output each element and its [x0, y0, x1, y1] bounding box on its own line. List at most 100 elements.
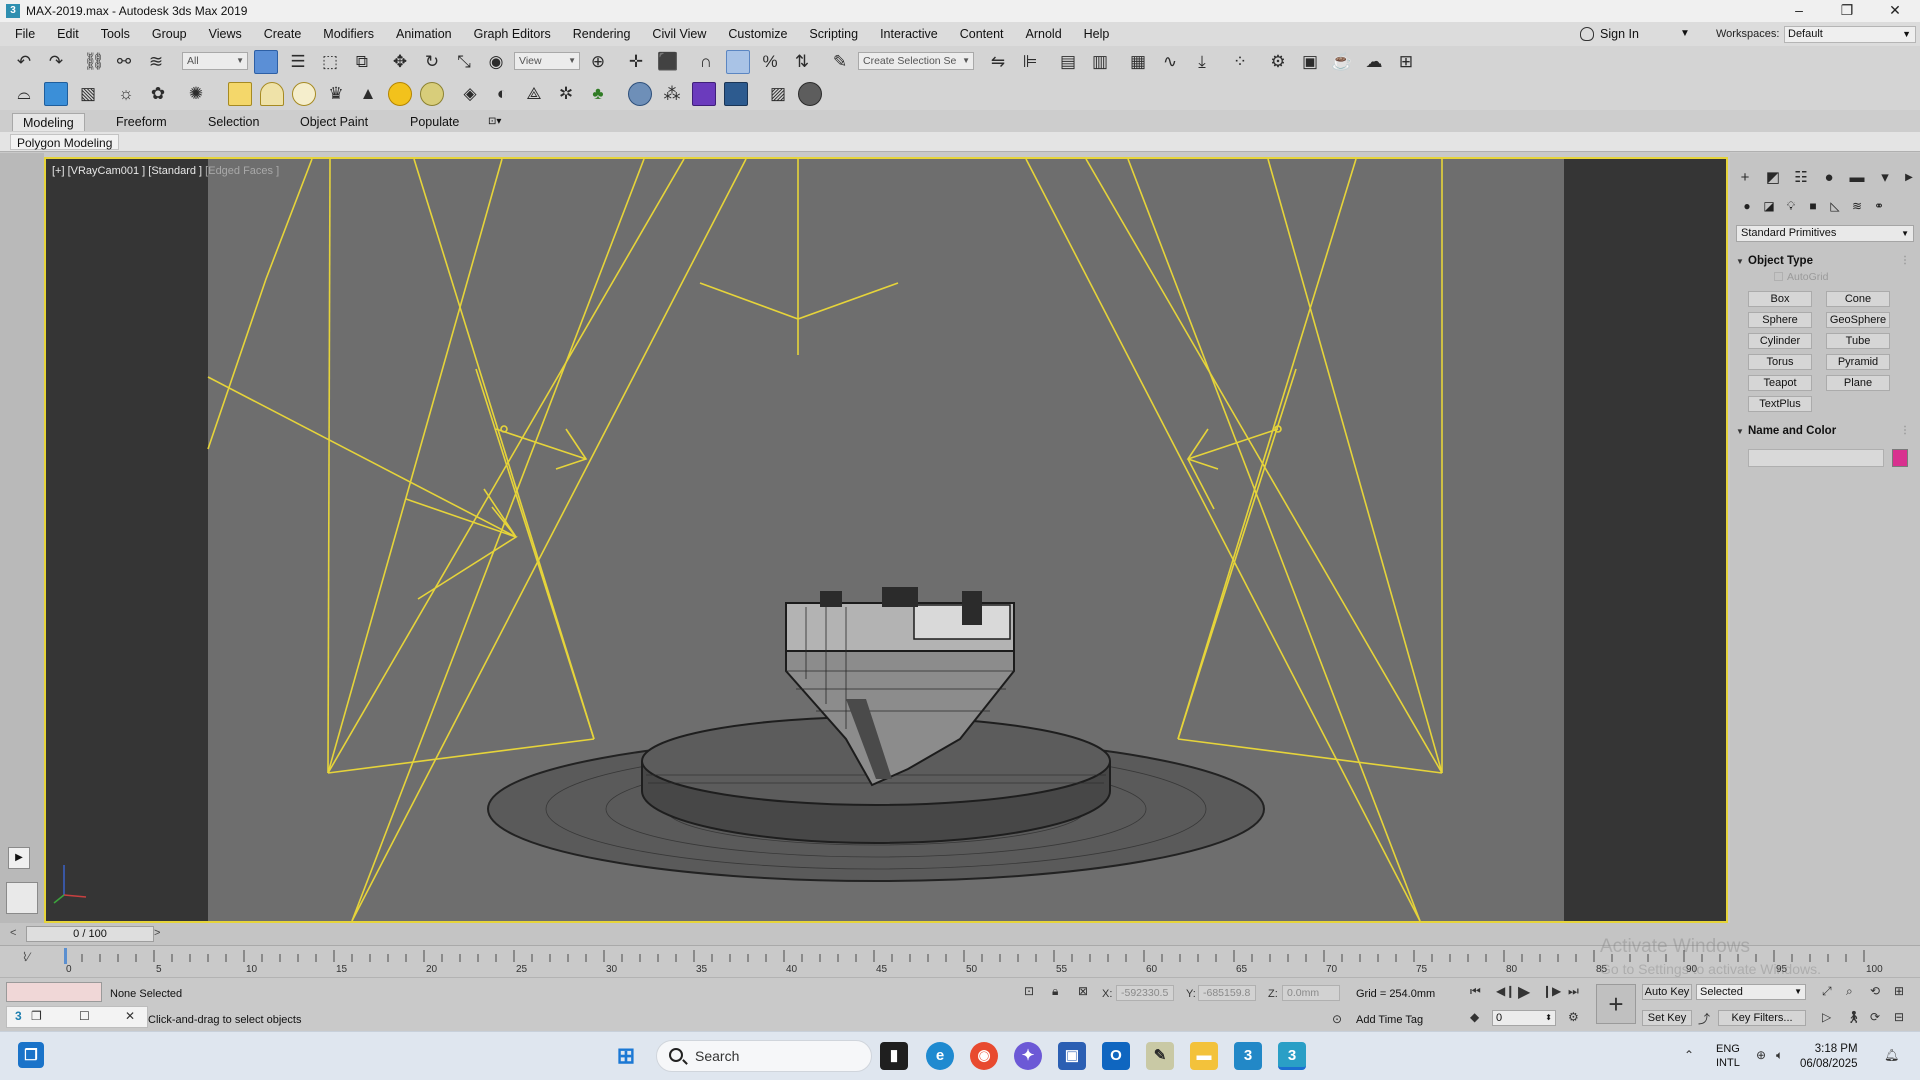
vray-plane-icon[interactable] [228, 82, 252, 106]
input-language[interactable]: ENG INTL [1716, 1042, 1740, 1070]
add-time-tag[interactable]: Add Time Tag [1356, 1014, 1423, 1026]
tab-freeform[interactable]: Freeform [106, 113, 177, 131]
curve-editor-icon[interactable]: ∿ [1158, 50, 1182, 74]
tab-modeling[interactable]: Modeling [12, 113, 85, 131]
key-filters-button[interactable]: Key Filters... [1718, 1010, 1806, 1026]
3dsmax-app-icon[interactable]: 3 [6, 4, 20, 18]
menu-create[interactable]: Create [253, 22, 313, 46]
hierarchy-tab-icon[interactable]: ☷ [1790, 167, 1812, 189]
viewport-layout-tab[interactable] [6, 882, 38, 914]
close-icon[interactable]: ✕ [1872, 0, 1918, 22]
sign-in-button[interactable]: Sign In [1580, 22, 1639, 46]
viewport-label[interactable]: [+] [VRayCam001 ] [Standard ] [Edged Fac… [52, 165, 279, 177]
edit-named-selection-icon[interactable]: ✎ [828, 50, 852, 74]
window-crossing-icon[interactable]: ⧉ [350, 50, 374, 74]
tube-button[interactable]: Tube [1826, 333, 1890, 349]
cylinder-button[interactable]: Cylinder [1748, 333, 1812, 349]
menu-arnold[interactable]: Arnold [1015, 22, 1073, 46]
keyboard-shortcut-override-icon[interactable]: ⬛ [656, 50, 680, 74]
vray-bitmap-icon[interactable]: ▨ [766, 82, 790, 106]
link-icon[interactable]: ⛓ [82, 50, 106, 74]
cameras-category-icon[interactable]: ■ [1804, 197, 1822, 215]
chevron-up-icon[interactable]: ⌃ [1684, 1048, 1694, 1062]
chrome-icon[interactable]: ◉ [970, 1042, 998, 1070]
vray-sphere-icon[interactable] [628, 82, 652, 106]
menu-modifiers[interactable]: Modifiers [312, 22, 385, 46]
layer-explorer-icon[interactable]: ▥ [1088, 50, 1112, 74]
teapot-button[interactable]: Teapot [1748, 375, 1812, 391]
file-explorer-icon[interactable]: ▬ [1190, 1042, 1218, 1070]
z-coordinate-field[interactable]: 0.0mm [1282, 985, 1340, 1001]
vray-scene-converter-icon[interactable] [692, 82, 716, 106]
zoom-icon[interactable]: ⌕ [1846, 984, 1853, 999]
system-clock[interactable]: 3:18 PM 06/08/2025 [1800, 1042, 1858, 1072]
windows-start-icon[interactable]: ⊞ [612, 1042, 640, 1070]
motion-tab-icon[interactable]: ● [1818, 167, 1840, 189]
vray-infinite-plane-icon[interactable]: ✲ [554, 82, 578, 106]
camera-viewport[interactable]: [+] [VRayCam001 ] [Standard ] [Edged Fac… [44, 157, 1728, 923]
maximize-icon[interactable]: ☐ [79, 1009, 90, 1023]
vray-lister-icon[interactable] [724, 82, 748, 106]
vray-fur-icon[interactable]: ◐ [490, 82, 514, 106]
box-button[interactable]: Box [1748, 291, 1812, 307]
task-view-icon[interactable]: ▮ [880, 1042, 908, 1070]
object-type-rollout[interactable]: ▼ Object Type ⋮ [1736, 253, 1914, 269]
time-configuration-icon[interactable]: ⚙ [1568, 1010, 1579, 1024]
play-icon[interactable]: ▶ [8, 847, 30, 869]
pyramid-button[interactable]: Pyramid [1826, 354, 1890, 370]
reference-coordinate-select[interactable]: View ▼ [514, 52, 580, 70]
panel-scroll-right-icon[interactable]: ▶ [1898, 167, 1920, 189]
unlink-icon[interactable]: ⚯ [112, 50, 136, 74]
tab-populate[interactable]: Populate [400, 113, 469, 131]
rollout-pin-icon[interactable]: ⋮ [1900, 253, 1910, 269]
viewport-label-mode[interactable]: [Edged Faces ] [205, 165, 279, 177]
absolute-mode-icon[interactable]: ⊠ [1078, 984, 1088, 998]
geometry-category-icon[interactable]: ● [1738, 197, 1756, 215]
vray-proxy-icon[interactable]: ◈ [458, 82, 482, 106]
vray-ies-icon[interactable]: ♛ [324, 82, 348, 106]
copilot-icon[interactable]: ✦ [1014, 1042, 1042, 1070]
utilities-tab-icon[interactable]: ▾ [1874, 167, 1896, 189]
maximize-viewport-icon[interactable]: ⊞ [1894, 984, 1904, 998]
angle-snap-icon[interactable] [726, 50, 750, 74]
current-frame-spinner[interactable]: 0 ⬍ [1492, 1010, 1556, 1026]
go-to-start-icon[interactable]: ⏮ [1470, 984, 1481, 999]
render-setup-icon[interactable]: ⚙ [1266, 50, 1290, 74]
polygon-modeling-label[interactable]: Polygon Modeling [10, 134, 120, 150]
menu-civil-view[interactable]: Civil View [641, 22, 717, 46]
rendered-frame-window-icon[interactable]: ▣ [1298, 50, 1322, 74]
menu-graph-editors[interactable]: Graph Editors [463, 22, 562, 46]
workspaces-select[interactable]: Default ▼ [1784, 26, 1916, 43]
previous-frame-icon[interactable]: ◀❙ [1496, 984, 1515, 998]
menu-views[interactable]: Views [198, 22, 253, 46]
autogrid-checkbox[interactable]: AutoGrid [1774, 271, 1828, 283]
walk-through-icon[interactable]: 🚶︎ [1846, 1010, 1861, 1024]
rotate-icon[interactable]: ↻ [420, 50, 444, 74]
select-by-name-icon[interactable]: ☰ [286, 50, 310, 74]
menu-scripting[interactable]: Scripting [798, 22, 869, 46]
toggle-ribbon-icon[interactable]: ▦ [1126, 50, 1150, 74]
y-coordinate-field[interactable]: -685159.8 [1198, 985, 1256, 1001]
menu-content[interactable]: Content [949, 22, 1015, 46]
move-icon[interactable]: ✥ [388, 50, 412, 74]
3dsmax-taskbar-icon-1[interactable]: 3 [1234, 1042, 1262, 1070]
key-selection-set-select[interactable]: Selected ▼ [1696, 984, 1806, 1000]
maximize-icon[interactable]: ❐ [1824, 0, 1870, 22]
viewport-toggle-icon[interactable]: ⊟ [1894, 1010, 1904, 1024]
vray-settings-icon[interactable]: ✺ [184, 82, 208, 106]
auto-key-button[interactable]: Auto Key [1642, 984, 1692, 1000]
vray-cone-icon[interactable]: ▲ [356, 82, 380, 106]
geosphere-button[interactable]: GeoSphere [1826, 312, 1890, 328]
helpers-category-icon[interactable]: ◺ [1826, 197, 1844, 215]
scene-explorer-icon[interactable]: ▤ [1056, 50, 1080, 74]
3dsmax-taskbar-icon-2[interactable]: 3 [1278, 1042, 1306, 1070]
play-animation-icon[interactable]: ▶ [1518, 982, 1530, 1002]
next-frame-icon[interactable]: ❙▶ [1542, 984, 1561, 998]
select-object-icon[interactable] [254, 50, 278, 74]
vray-sun-icon[interactable] [388, 82, 412, 106]
vray-frame-buffer-icon[interactable]: ⊞ [1394, 50, 1418, 74]
scale-icon[interactable]: ⤡ [452, 50, 476, 74]
spinner-snap-icon[interactable]: ⇅ [790, 50, 814, 74]
taskbar-search[interactable]: Search [656, 1040, 872, 1072]
paint-icon[interactable]: ✎ [1146, 1042, 1174, 1070]
